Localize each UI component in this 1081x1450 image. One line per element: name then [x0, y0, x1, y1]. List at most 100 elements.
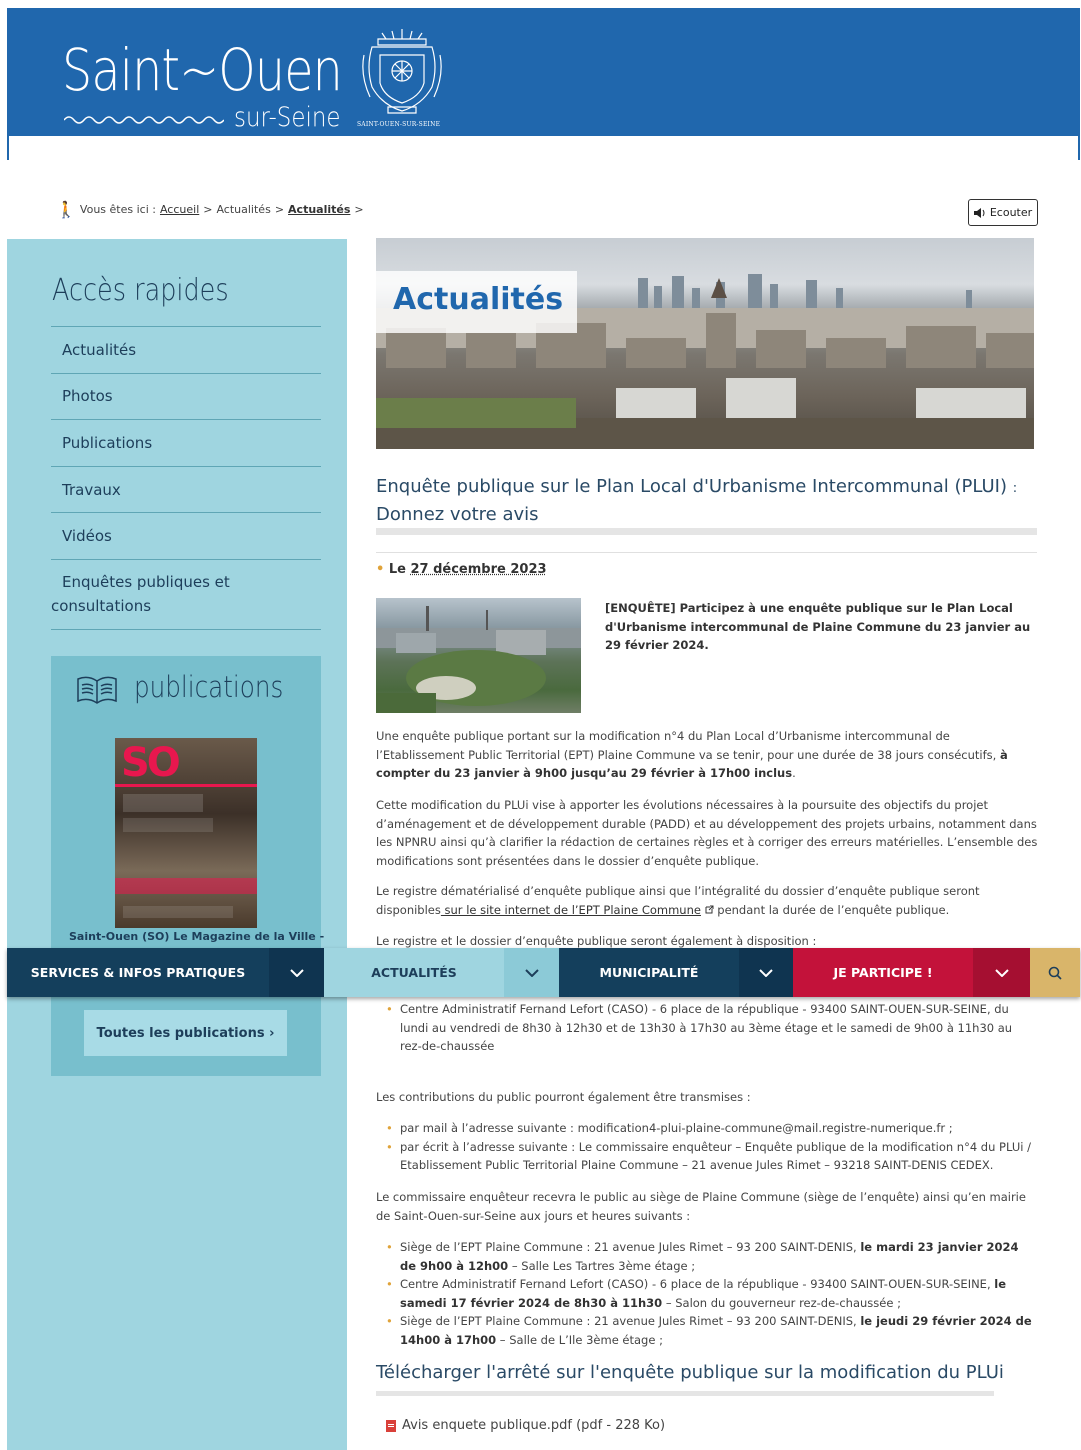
breadcrumb-separator: > [203, 203, 213, 216]
title-divider [376, 528, 1037, 535]
paragraph-6: Le commissaire enquêteur recevra le publ… [376, 1190, 1026, 1223]
sidebar-item-label: consultations [51, 596, 152, 615]
sidebar-item-enquetes[interactable]: Enquêtes publiques et consultations [51, 560, 321, 630]
availability-list: Centre Administratif Fernand Lefort (CAS… [386, 1000, 1036, 1056]
nav-je-participe-chevron[interactable] [973, 948, 1030, 997]
paragraph-1: Une enquête publique portant sur la modi… [376, 727, 1038, 783]
sidebar-item-label: Enquêtes publiques et [62, 572, 230, 591]
article-title-line2: Donnez votre avis [376, 504, 539, 525]
breadcrumb-item: Actualités [216, 203, 271, 216]
sidebar-item-actualites[interactable]: Actualités [51, 327, 321, 374]
hero-title: Actualités [393, 282, 564, 317]
date-prefix: Le [388, 562, 406, 577]
breadcrumb-separator: > [354, 203, 364, 216]
date-divider [376, 552, 1037, 553]
chevron-down-icon [759, 968, 773, 977]
nav-je-participe[interactable]: JE PARTICIPE ! [793, 948, 973, 997]
nav-services-chevron[interactable] [269, 948, 324, 997]
sidebar-item-photos[interactable]: Photos [51, 374, 321, 421]
breadcrumb-current-link[interactable]: Actualités [288, 203, 350, 216]
header-edge-right [1078, 136, 1080, 160]
hero-city-image [376, 238, 1034, 449]
pdf-download-link[interactable]: Avis enquete publique.pdf (pdf - 228 Ko) [386, 1418, 665, 1433]
list-text: Siège de l’EPT Plaine Commune : 21 avenu… [400, 1240, 857, 1254]
magazine-cover[interactable]: SO [115, 738, 257, 928]
list-text: Siège de l’EPT Plaine Commune : 21 avenu… [400, 1314, 857, 1328]
main-navigation: SERVICES & INFOS PRATIQUES ACTUALITÉS MU… [7, 948, 1080, 997]
nav-actualites[interactable]: ACTUALITÉS [324, 948, 504, 997]
paragraph-2: Cette modification du PLUi vise à apport… [376, 798, 1038, 868]
nav-actualites-chevron[interactable] [504, 948, 559, 997]
paragraph-5: Les contributions du public pourront éga… [376, 1090, 751, 1104]
list-text: Centre Administratif Fernand Lefort (CAS… [400, 1277, 991, 1291]
chevron-down-icon [524, 968, 539, 977]
header-edge-left [7, 136, 9, 160]
paragraph-3: Le registre dématérialisé d’enquête publ… [376, 882, 1038, 919]
listen-button-label: Ecouter [989, 206, 1033, 219]
paragraph-text: pendant la durée de l’enquête publique. [713, 902, 950, 917]
list-item: Siège de l’EPT Plaine Commune : 21 avenu… [386, 1312, 1036, 1349]
article-intro: [ENQUÊTE] Participez à une enquête publi… [605, 601, 1031, 652]
header-divider [7, 136, 1080, 160]
quick-access-menu: Actualités Photos Publications Travaux V… [51, 326, 321, 630]
ept-website-link[interactable]: sur le site internet de l’EPT Plaine Com… [441, 903, 701, 917]
article-date: • Le 27 décembre 2023 [376, 562, 547, 577]
site-logo-subtitle: sur-Seine [234, 102, 341, 133]
search-button[interactable] [1030, 948, 1080, 997]
paragraph-text: Une enquête publique portant sur la modi… [376, 729, 997, 762]
cover-stripe [115, 784, 257, 787]
sidebar-item-publications[interactable]: Publications [51, 420, 321, 467]
magazine-caption[interactable]: Saint-Ouen (SO) Le Magazine de la Ville … [69, 930, 324, 943]
contribution-list: par mail à l’adresse suivante : modifica… [386, 1119, 1036, 1175]
list-item: Siège de l’EPT Plaine Commune : 21 avenu… [386, 1238, 1036, 1275]
chevron-down-icon [994, 968, 1009, 977]
speaker-icon [973, 207, 985, 218]
download-divider [376, 1391, 994, 1396]
list-item: par mail à l’adresse suivante : modifica… [386, 1119, 1036, 1138]
bullet-dot: • [376, 562, 385, 577]
download-section-title: Télécharger l'arrêté sur l'enquête publi… [376, 1362, 1004, 1383]
walking-person-icon: 🚶 [56, 200, 76, 219]
sidebar-item-travaux[interactable]: Travaux [51, 467, 321, 514]
sidebar-item-videos[interactable]: Vidéos [51, 513, 321, 560]
nav-services[interactable]: SERVICES & INFOS PRATIQUES [7, 948, 269, 997]
list-text: – Salle de L’Ile 3ème étage ; [496, 1332, 663, 1347]
list-item: par écrit à l’adresse suivante : Le comm… [386, 1138, 1036, 1175]
breadcrumb: 🚶 Vous êtes ici : Accueil > Actualités >… [56, 200, 364, 219]
aerial-park-image [376, 606, 581, 713]
publications-title: publications [134, 670, 284, 704]
magazine-logo: SO [121, 740, 181, 786]
crest-caption: SAINT-OUEN-SUR-SEINE [357, 121, 441, 128]
article-title-main: Enquête publique sur le Plan Local d'Urb… [376, 476, 1007, 497]
city-crest-icon [362, 29, 442, 114]
search-icon [1048, 966, 1062, 980]
breadcrumb-separator: > [274, 203, 285, 216]
list-text: – Salle Les Tartres 3ème étage ; [508, 1258, 696, 1273]
list-item: Centre Administratif Fernand Lefort (CAS… [386, 1275, 1036, 1312]
nav-municipalite-chevron[interactable] [739, 948, 793, 997]
cover-text [123, 794, 203, 812]
open-book-icon [77, 676, 117, 704]
breadcrumb-home-link[interactable]: Accueil [160, 203, 199, 216]
pdf-file-icon [386, 1419, 396, 1432]
article-title: Enquête publique sur le Plan Local d'Urb… [376, 474, 1036, 528]
logo-wave-icon [64, 116, 224, 124]
nav-municipalite[interactable]: MUNICIPALITÉ [559, 948, 739, 997]
site-logo[interactable]: Saint~Ouen [62, 36, 343, 104]
permanence-list: Siège de l’EPT Plaine Commune : 21 avenu… [386, 1238, 1036, 1349]
cover-banner [115, 878, 257, 894]
date-value: 27 décembre 2023 [410, 562, 547, 577]
cover-text [123, 818, 213, 832]
pdf-download-label: Avis enquete publique.pdf (pdf - 228 Ko) [402, 1418, 666, 1433]
article-title-suffix: : [1012, 481, 1018, 496]
list-text: – Salon du gouverneur rez-de-chaussée ; [662, 1295, 901, 1310]
article-thumbnail [376, 598, 581, 713]
list-item: Centre Administratif Fernand Lefort (CAS… [386, 1000, 1036, 1056]
publications-widget: publications SO Saint-Ouen (SO) Le Magaz… [51, 656, 324, 1076]
all-publications-button[interactable]: Toutes les publications › [84, 1010, 287, 1056]
listen-button[interactable]: Ecouter [968, 199, 1038, 226]
paragraph-text: . [792, 766, 796, 780]
external-link-icon [705, 905, 714, 913]
quick-access-title: Accès rapides [52, 273, 229, 308]
cover-text [123, 906, 233, 918]
